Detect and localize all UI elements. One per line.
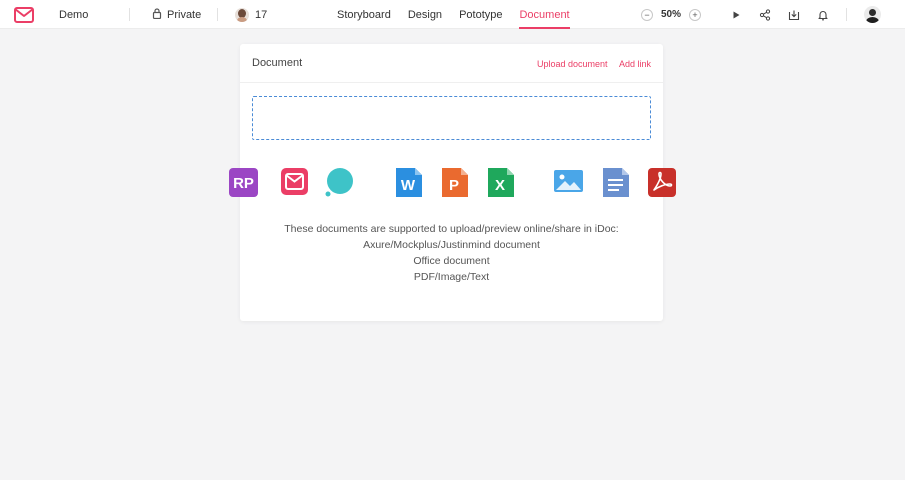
supported-line-design: Axure/Mockplus/Justinmind document xyxy=(363,239,540,251)
top-bar: Demo Private 17 Storyboard Design Pototy… xyxy=(0,0,905,29)
zoom-in-button[interactable]: + xyxy=(689,8,702,21)
document-panel-header: Document Upload document Add link xyxy=(240,44,663,83)
upload-dropzone[interactable] xyxy=(252,96,651,140)
svg-text:W: W xyxy=(401,177,416,194)
zoom-out-button[interactable]: − xyxy=(641,8,653,21)
supported-line-pdf: PDF/Image/Text xyxy=(413,271,490,283)
zoom-control: − 50% + xyxy=(641,0,702,29)
axure-rp-icon: RP xyxy=(229,168,258,197)
justinmind-icon xyxy=(325,168,354,197)
svg-text:RP: RP xyxy=(233,175,254,192)
image-icon xyxy=(554,168,583,197)
member-count: 17 xyxy=(255,8,268,21)
supported-heading: These documents are supported to upload/… xyxy=(284,223,619,235)
divider xyxy=(217,8,218,21)
members-button[interactable]: 17 xyxy=(235,0,267,29)
privacy-label: Private xyxy=(167,8,202,21)
zoom-level: 50% xyxy=(661,9,682,20)
excel-icon: X xyxy=(488,168,517,197)
svg-text:P: P xyxy=(449,177,459,194)
text-file-icon xyxy=(603,168,632,197)
download-icon[interactable] xyxy=(787,8,801,22)
mockplus-icon xyxy=(281,168,310,197)
play-icon[interactable] xyxy=(729,8,743,22)
tab-storyboard[interactable]: Storyboard xyxy=(337,0,391,29)
tab-prototype[interactable]: Pototype xyxy=(459,0,502,29)
tab-design[interactable]: Design xyxy=(408,0,442,29)
panel-title: Document xyxy=(252,57,303,69)
member-avatar xyxy=(235,7,249,22)
bell-icon[interactable] xyxy=(816,8,830,22)
add-link-link[interactable]: Add link xyxy=(619,59,651,69)
avatar xyxy=(864,6,881,23)
svg-text:X: X xyxy=(495,177,505,194)
supported-line-office: Office document xyxy=(413,255,490,267)
divider xyxy=(846,8,847,21)
user-avatar[interactable] xyxy=(864,0,881,29)
upload-document-link[interactable]: Upload document xyxy=(537,59,608,69)
header-actions xyxy=(729,0,830,29)
word-icon: W xyxy=(396,168,425,197)
main-tabs: Storyboard Design Pototype Document xyxy=(337,0,587,29)
tab-document[interactable]: Document xyxy=(519,0,570,29)
pdf-icon xyxy=(648,168,677,197)
share-icon[interactable] xyxy=(758,8,772,22)
powerpoint-icon: P xyxy=(442,168,471,197)
mockplus-m-logo-icon[interactable] xyxy=(14,0,34,29)
divider xyxy=(129,8,130,21)
privacy-toggle[interactable]: Private xyxy=(152,0,201,29)
lock-icon xyxy=(152,7,162,22)
project-name[interactable]: Demo xyxy=(59,0,88,29)
